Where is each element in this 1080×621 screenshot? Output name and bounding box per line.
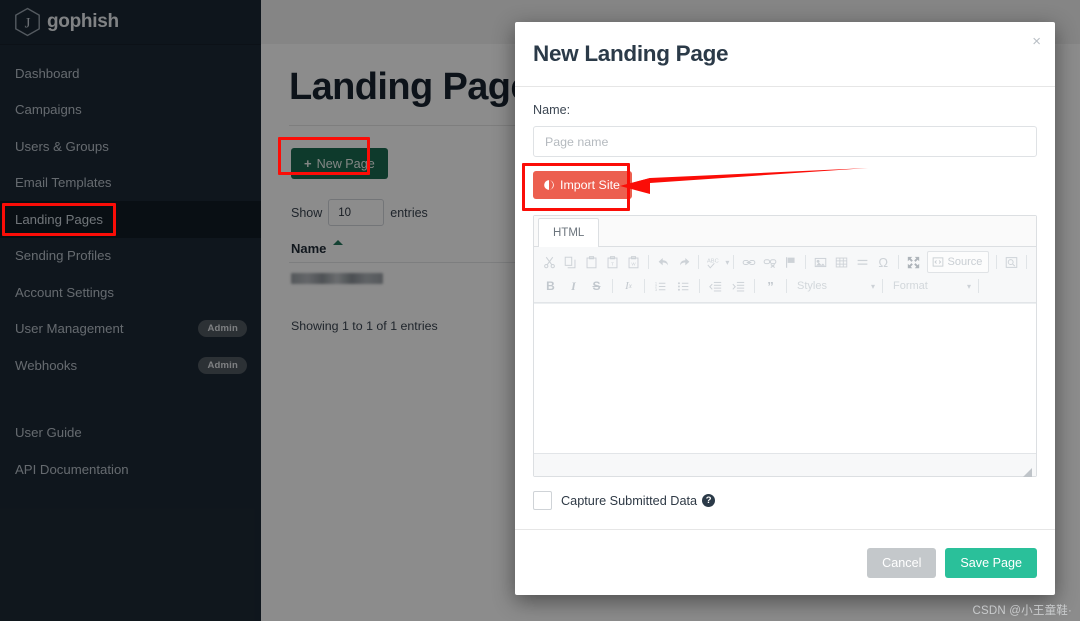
toolbar-separator — [698, 255, 700, 269]
increase-indent-icon[interactable] — [728, 276, 749, 296]
source-button-label: Source — [947, 256, 983, 268]
svg-text:W: W — [631, 261, 636, 266]
link-icon[interactable] — [739, 252, 758, 272]
editor-toolbar: T W ABC ▾ Ω Source B I S I x 1 2 3 ” Sty… — [534, 247, 1036, 303]
chevron-down-icon[interactable]: ▾ — [725, 258, 729, 267]
toolbar-separator — [733, 255, 735, 269]
paste-icon[interactable] — [582, 252, 601, 272]
annotation-box-landing-pages — [2, 203, 116, 236]
copy-icon[interactable] — [561, 252, 580, 272]
strikethrough-icon[interactable]: S — [586, 276, 607, 296]
editor-tabs: HTML — [534, 216, 1036, 247]
bold-icon[interactable]: B — [540, 276, 561, 296]
styles-dropdown[interactable]: Styles ▾ — [791, 277, 878, 295]
html-editor: HTML T W ABC ▾ Ω Source B I S I x 1 2 3 … — [533, 215, 1037, 477]
toolbar-separator — [897, 255, 899, 269]
toolbar-separator — [1026, 255, 1028, 269]
blockquote-icon[interactable]: ” — [760, 276, 781, 296]
toolbar-separator — [644, 279, 645, 293]
redo-icon[interactable] — [675, 252, 694, 272]
maximize-icon[interactable] — [904, 252, 923, 272]
tab-html[interactable]: HTML — [538, 218, 600, 247]
editor-content-area[interactable] — [534, 303, 1036, 453]
toolbar-separator — [805, 255, 806, 269]
modal-body: Name: Import Site HTML — [515, 87, 1055, 529]
undo-icon[interactable] — [654, 252, 673, 272]
source-button[interactable]: Source — [926, 251, 990, 273]
modal-header: New Landing Page × — [515, 22, 1055, 87]
svg-text:T: T — [611, 261, 614, 267]
toolbar-separator — [612, 279, 613, 293]
image-icon[interactable] — [811, 252, 830, 272]
page-name-input[interactable] — [533, 126, 1037, 157]
anchor-flag-icon[interactable] — [781, 252, 800, 272]
remove-format-icon[interactable]: Ix — [618, 276, 639, 296]
toolbar-separator — [699, 279, 700, 293]
toolbar-separator — [647, 255, 649, 269]
special-character-icon[interactable]: Ω — [874, 252, 893, 272]
horizontal-rule-icon[interactable] — [853, 252, 872, 272]
numbered-list-icon[interactable]: 1 2 3 — [650, 276, 671, 296]
svg-text:ABC: ABC — [707, 258, 719, 264]
help-icon[interactable]: ? — [702, 494, 716, 507]
unlink-icon[interactable] — [760, 252, 779, 272]
capture-submitted-data-checkbox[interactable] — [533, 491, 552, 510]
chevron-down-icon: ▾ — [870, 281, 875, 291]
italic-icon[interactable]: I — [563, 276, 584, 296]
table-icon[interactable] — [832, 252, 851, 272]
spell-check-icon[interactable]: ABC — [704, 252, 723, 272]
toolbar-separator — [978, 279, 979, 293]
capture-submitted-data-label: Capture Submitted Data — [561, 493, 698, 508]
cut-icon[interactable] — [540, 252, 559, 272]
modal-title: New Landing Page — [533, 41, 729, 66]
decrease-indent-icon[interactable] — [705, 276, 726, 296]
chevron-down-icon: ▾ — [966, 281, 971, 291]
new-landing-page-modal: New Landing Page × Name: Import Site HTM… — [515, 22, 1055, 595]
format-dropdown-label: Format — [893, 280, 928, 292]
format-dropdown[interactable]: Format ▾ — [887, 277, 974, 295]
toolbar-separator — [754, 279, 755, 293]
save-page-button[interactable]: Save Page — [945, 547, 1037, 578]
annotation-box-import-site — [522, 163, 630, 211]
cancel-button[interactable]: Cancel — [867, 547, 937, 578]
toolbar-separator — [882, 279, 883, 293]
toolbar-separator — [996, 255, 998, 269]
preview-icon[interactable] — [1002, 252, 1021, 272]
watermark: CSDN @小王童鞋· — [972, 605, 1072, 617]
paste-from-word-icon[interactable]: W — [624, 252, 643, 272]
name-field-label: Name: — [533, 103, 571, 117]
resize-handle-icon[interactable] — [1023, 464, 1032, 477]
close-icon[interactable]: × — [1032, 34, 1041, 49]
toolbar-separator — [786, 279, 787, 293]
styles-dropdown-label: Styles — [797, 280, 827, 292]
capture-submitted-data-row: Capture Submitted Data ? — [533, 491, 1037, 510]
editor-toolbar-row-1: T W ABC ▾ Ω Source — [539, 250, 1031, 274]
editor-toolbar-row-2: B I S Ix 1 2 3 ” Styles ▾ Format ▾ — [539, 274, 1031, 298]
modal-footer: Cancel Save Page — [515, 529, 1055, 595]
svg-text:3: 3 — [655, 286, 658, 291]
annotation-box-new-page — [278, 137, 370, 175]
editor-statusbar — [534, 453, 1036, 477]
paste-as-text-icon[interactable]: T — [603, 252, 622, 272]
tab-label: HTML — [553, 227, 585, 239]
bulleted-list-icon[interactable] — [673, 276, 694, 296]
annotation-arrow — [620, 168, 868, 194]
